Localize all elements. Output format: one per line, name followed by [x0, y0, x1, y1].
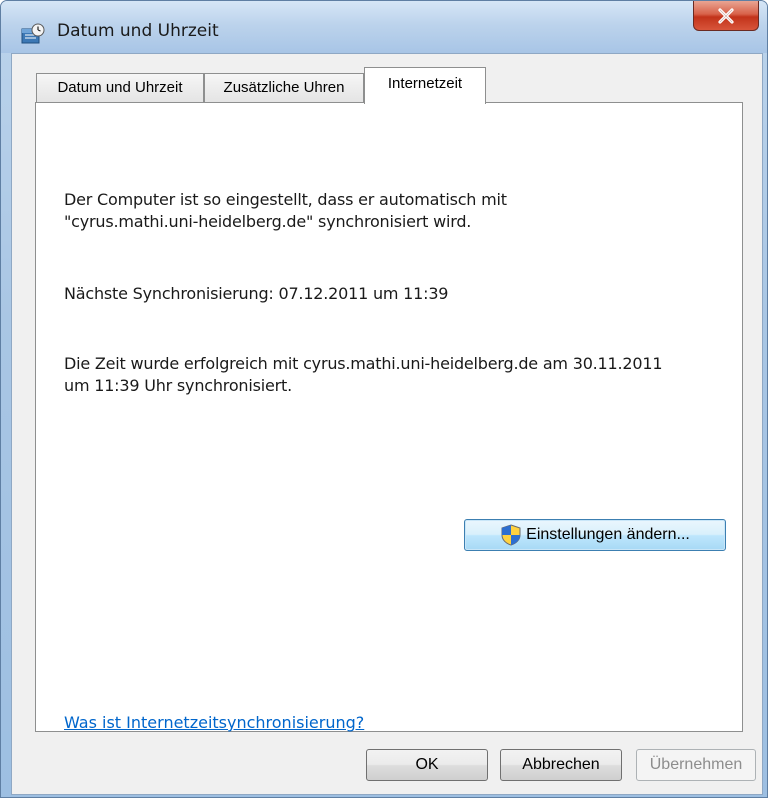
help-link[interactable]: Was ist Internetzeitsynchronisierung? [64, 713, 364, 732]
change-settings-button[interactable]: Einstellungen ändern... [464, 519, 726, 551]
dialog-client-area: Datum und Uhrzeit Zusätzliche Uhren Inte… [11, 53, 763, 795]
sync-result-text-line1: Die Zeit wurde erfolgreich mit cyrus.mat… [64, 354, 663, 373]
cancel-button[interactable]: Abbrechen [500, 749, 622, 781]
clock-calendar-icon [21, 23, 45, 44]
sync-result-text-line2: um 11:39 Uhr synchronisiert. [64, 376, 292, 395]
tab-internetzeit[interactable]: Internetzeit [364, 67, 486, 104]
close-icon [718, 7, 734, 24]
change-settings-label: Einstellungen ändern... [526, 526, 690, 543]
next-sync-text: Nächste Synchronisierung: 07.12.2011 um … [64, 284, 449, 303]
tab-zusaetzliche-uhren[interactable]: Zusätzliche Uhren [204, 73, 364, 102]
ok-button[interactable]: OK [366, 749, 488, 781]
sync-config-text-line1: Der Computer ist so eingestellt, dass er… [64, 190, 507, 209]
title-bar[interactable]: Datum und Uhrzeit [1, 1, 767, 53]
tab-datum-und-uhrzeit[interactable]: Datum und Uhrzeit [36, 73, 204, 102]
window-title: Datum und Uhrzeit [57, 21, 219, 41]
close-button[interactable] [693, 1, 759, 31]
dialog-window: Datum und Uhrzeit Datum und Uhrzeit Zusä… [0, 0, 768, 798]
apply-button[interactable]: Übernehmen [636, 749, 756, 781]
uac-shield-icon [501, 524, 521, 546]
internet-time-panel: Der Computer ist so eingestellt, dass er… [35, 102, 743, 732]
sync-config-text-line2: "cyrus.mathi.uni-heidelberg.de" synchron… [64, 212, 472, 231]
